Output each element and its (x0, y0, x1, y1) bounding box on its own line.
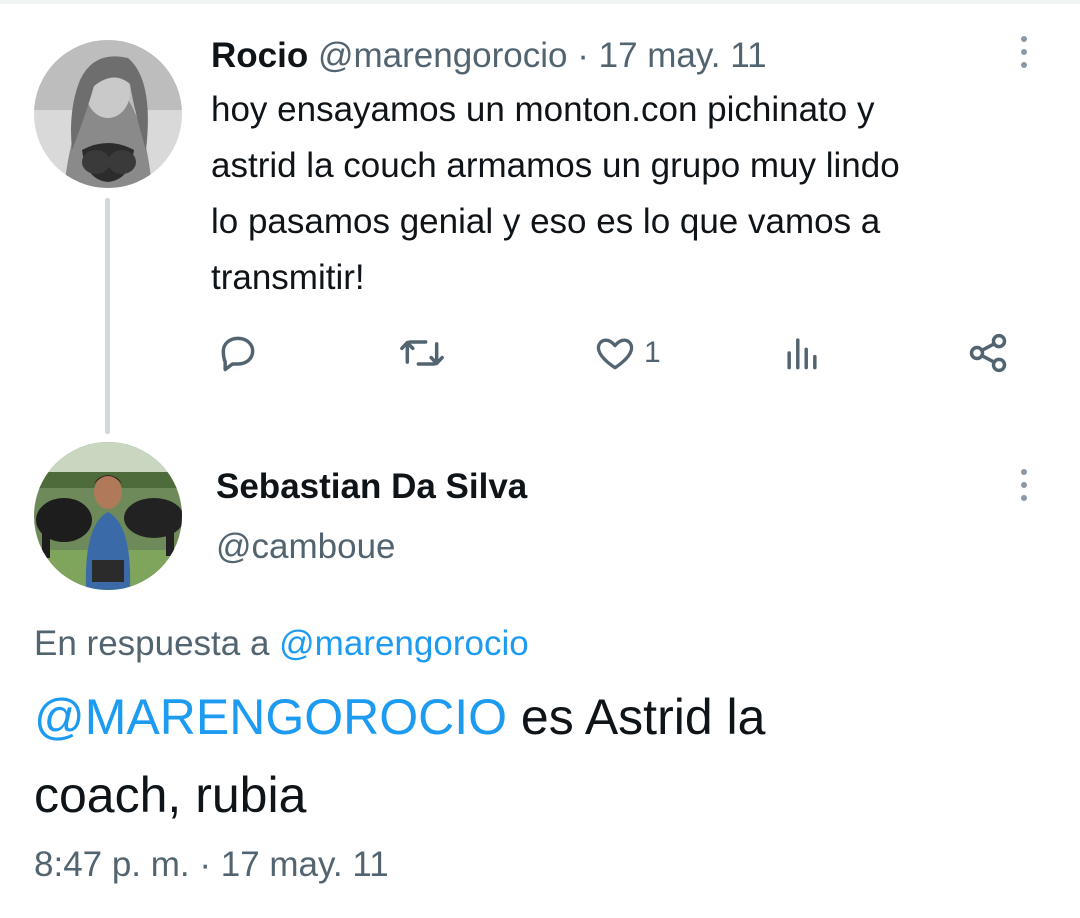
heart-icon (596, 338, 634, 370)
tweet1-text-line: transmitir! (211, 258, 365, 297)
analytics-icon (787, 338, 817, 370)
tweet2-text-line: @MARENGOROCIO es Astrid la (34, 678, 1044, 756)
share-icon (969, 333, 1007, 373)
thread-connector-line (105, 198, 110, 434)
tweet1-separator: · (567, 36, 599, 75)
reply-button[interactable] (216, 328, 260, 378)
retweet-icon (400, 340, 444, 366)
tweet1-text-line: astrid la couch armamos un grupo muy lin… (211, 146, 900, 185)
reply-icon (221, 336, 255, 372)
tweet2-text-line: coach, rubia (34, 767, 307, 823)
tweet1-text: hoy ensayamos un monton.con pichinato y … (211, 82, 1041, 306)
reply-target-link[interactable]: @marengorocio (279, 624, 529, 663)
tweet1-text-line: hoy ensayamos un monton.con pichinato y (211, 90, 875, 129)
share-button[interactable] (966, 328, 1010, 378)
tweet1-author-name[interactable]: Rocio (211, 36, 308, 75)
views-button[interactable] (780, 328, 824, 378)
avatar-photo-image (34, 40, 182, 188)
mention-link[interactable]: @MARENGOROCIO (34, 689, 507, 745)
tweet1-date[interactable]: 17 may. 11 (599, 36, 767, 75)
more-dots-icon (1021, 469, 1027, 475)
tweet2-timestamp[interactable]: 8:47 p. m. · 17 may. 11 (34, 843, 389, 887)
tweet2-more-menu[interactable] (1014, 465, 1034, 505)
sebastian-avatar[interactable] (34, 442, 182, 590)
tweet2-text: @MARENGOROCIO es Astrid la coach, rubia (34, 678, 1044, 834)
tweet2-author-handle[interactable]: @camboue (216, 526, 396, 568)
like-button[interactable]: 1 (592, 328, 661, 378)
top-divider (0, 0, 1080, 4)
like-count: 1 (644, 336, 661, 369)
tweet1-author-handle[interactable]: @marengorocio (318, 36, 568, 75)
avatar-photo-image (34, 442, 182, 590)
reply-context: En respuesta a @marengorocio (34, 622, 529, 666)
tweet2-author-name[interactable]: Sebastian Da Silva (216, 466, 527, 508)
tweet1-header: Rocio @marengorocio · 17 may. 11 (211, 34, 767, 78)
tweet2-text-rest: es Astrid la (507, 689, 766, 745)
rocio-avatar[interactable] (34, 40, 182, 188)
more-dots-icon (1021, 36, 1027, 42)
reply-prefix: En respuesta a (34, 624, 280, 663)
retweet-button[interactable] (398, 328, 446, 378)
tweet1-text-line: lo pasamos genial y eso es lo que vamos … (211, 202, 881, 241)
tweet1-more-menu[interactable] (1014, 32, 1034, 72)
